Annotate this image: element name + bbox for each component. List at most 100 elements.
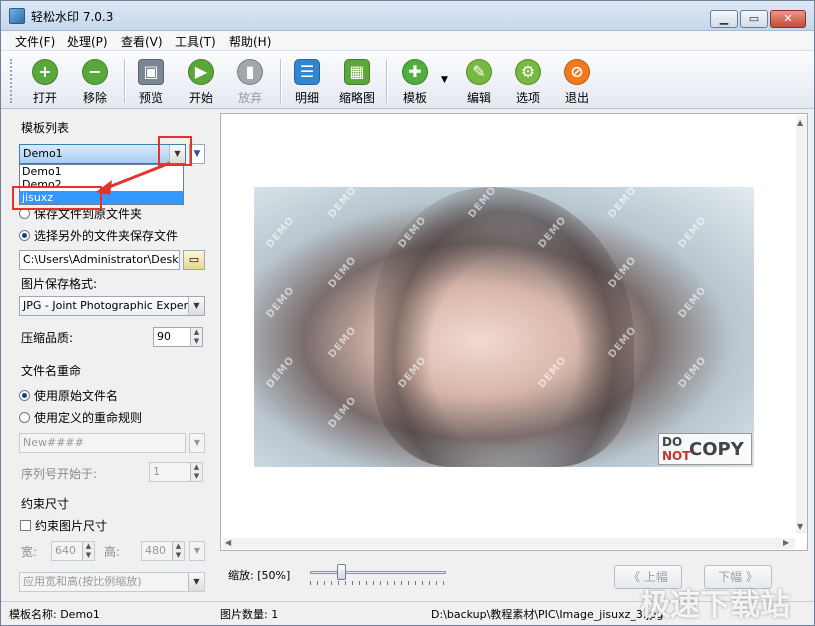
template-option[interactable]: Demo1	[20, 165, 183, 178]
open-label: 打开	[32, 91, 57, 105]
demo-watermark: DEMO	[264, 354, 298, 391]
width-value: 640	[55, 544, 76, 557]
demo-watermark: DEMO	[676, 354, 710, 391]
rename-pattern-input[interactable]: New####	[19, 433, 186, 453]
rename-original-radio[interactable]	[19, 390, 30, 401]
menu-file[interactable]: 文件(F)	[15, 33, 55, 50]
thumbnail-label: 缩略图	[338, 91, 375, 105]
stamp-not: NOT	[662, 449, 691, 463]
rename-custom-radio[interactable]	[19, 412, 30, 423]
scroll-right-icon[interactable]: ▶	[783, 538, 789, 547]
title-bar: 轻松水印 7.0.3 ▁ ▭ ✕	[1, 1, 814, 31]
status-template-name: 模板名称: Demo1	[9, 608, 100, 621]
format-label: 图片保存格式:	[21, 277, 98, 291]
quality-label: 压缩品质:	[21, 331, 74, 345]
toolbar: + 打开 − 移除 ▣ 预览 ▶ 开始 ▮ 放弃 ☰ 明细 ▦ 缩略图 ✚ 模板…	[1, 51, 814, 109]
preview-photo: DEMO DEMO DEMO DEMO DEMO DEMO DEMO DEMO …	[254, 187, 754, 467]
preview-button[interactable]: ▣ 预览	[126, 57, 176, 107]
chevron-down-icon[interactable]: ▼	[189, 433, 205, 453]
rename-original-label: 使用原始文件名	[34, 389, 119, 403]
do-not-copy-stamp: DO NOT COPY	[658, 433, 752, 465]
demo-watermark: DEMO	[326, 187, 360, 221]
width-label: 宽:	[21, 545, 38, 559]
stop-icon: ▮	[237, 59, 263, 85]
abandon-button[interactable]: ▮ 放弃	[225, 57, 275, 107]
exit-button[interactable]: ⊘ 退出	[552, 57, 602, 107]
zoom-label: 缩放: [50%]	[228, 569, 291, 582]
detail-button[interactable]: ☰ 明细	[282, 57, 332, 107]
edit-button[interactable]: ✎ 编辑	[454, 57, 504, 107]
annotation-highlight-option	[12, 186, 102, 210]
width-stepper[interactable]: 640 ▲ ▼	[51, 541, 95, 561]
chevron-down-icon[interactable]: ▼	[189, 541, 205, 561]
scroll-left-icon[interactable]: ◀	[225, 538, 231, 547]
status-file-path: D:\backup\教程素材\PIC\Image_jisuxz_3.jpg	[431, 608, 664, 621]
constrain-checkbox-label: 约束图片尺寸	[35, 519, 108, 533]
save-path-field[interactable]: C:\Users\Administrator\Desktop\	[19, 250, 180, 270]
start-button[interactable]: ▶ 开始	[176, 57, 226, 107]
window-title: 轻松水印 7.0.3	[31, 10, 114, 24]
demo-watermark: DEMO	[264, 284, 298, 321]
site-watermark-logo: 极速下载站	[640, 588, 790, 623]
preview-pane[interactable]: DEMO DEMO DEMO DEMO DEMO DEMO DEMO DEMO …	[220, 113, 808, 551]
height-stepper[interactable]: 480 ▲ ▼	[141, 541, 185, 561]
minus-icon: −	[82, 59, 108, 85]
options-label: 选项	[515, 91, 540, 105]
height-value: 480	[145, 544, 166, 557]
options-button[interactable]: ⚙ 选项	[503, 57, 553, 107]
menu-tools[interactable]: 工具(T)	[175, 33, 216, 50]
remove-button[interactable]: − 移除	[70, 57, 120, 107]
stamp-do: DO	[662, 435, 683, 449]
close-button[interactable]: ✕	[770, 10, 806, 28]
thumbnail-button[interactable]: ▦ 缩略图	[332, 57, 382, 107]
sequence-start-stepper[interactable]: 1 ▲ ▼	[149, 462, 203, 482]
exit-label: 退出	[564, 91, 589, 105]
preview-icon: ▣	[138, 59, 164, 85]
folder-browse-icon[interactable]: ▭	[183, 250, 205, 270]
demo-watermark: DEMO	[676, 214, 710, 251]
app-icon	[9, 8, 25, 24]
rename-section-label: 文件名重命	[21, 364, 82, 378]
template-dropdown-arrow-icon[interactable]: ▼	[441, 75, 448, 85]
horizontal-scrollbar[interactable]: ◀ ▶	[223, 538, 795, 549]
save-other-radio[interactable]	[19, 230, 30, 241]
constrain-checkbox[interactable]	[20, 520, 31, 531]
zoom-slider-ticks	[310, 581, 446, 585]
thumbnail-grid-icon: ▦	[344, 59, 370, 85]
scroll-up-icon[interactable]: ▲	[797, 118, 803, 127]
toolbar-separator	[386, 59, 387, 103]
spin-arrows-icon[interactable]: ▲ ▼	[82, 542, 94, 560]
menu-view[interactable]: 查看(V)	[121, 33, 163, 50]
format-select[interactable]: JPG - Joint Photographic Experts G ▼	[19, 296, 205, 316]
vertical-scrollbar[interactable]: ▲ ▼	[796, 116, 807, 534]
annotation-highlight-dropdown-arrow	[158, 136, 192, 166]
template-select-value: Demo1	[23, 147, 63, 160]
minimize-button[interactable]: ▁	[710, 10, 738, 28]
rename-custom-label: 使用定义的重命规则	[34, 411, 143, 425]
spin-arrows-icon[interactable]: ▲ ▼	[172, 542, 184, 560]
zoom-slider-track[interactable]	[310, 571, 446, 574]
detail-list-icon: ☰	[294, 59, 320, 85]
spin-arrows-icon[interactable]: ▲ ▼	[190, 328, 202, 346]
chevron-down-icon[interactable]: ▼	[188, 573, 204, 591]
toolbar-separator	[280, 59, 281, 103]
status-image-count: 图片数量: 1	[220, 608, 279, 621]
template-list-label: 模板列表	[21, 121, 70, 135]
menu-process[interactable]: 处理(P)	[67, 33, 108, 50]
template-button[interactable]: ✚ 模板	[390, 57, 440, 107]
spin-arrows-icon[interactable]: ▲ ▼	[190, 463, 202, 481]
sequence-start-value: 1	[153, 465, 160, 478]
height-label: 高:	[104, 545, 121, 559]
open-button[interactable]: + 打开	[20, 57, 70, 107]
scroll-down-icon[interactable]: ▼	[797, 522, 803, 531]
chevron-down-icon[interactable]: ▼	[188, 297, 204, 315]
maximize-button[interactable]: ▭	[740, 10, 768, 28]
demo-watermark: DEMO	[326, 254, 360, 291]
menu-help[interactable]: 帮助(H)	[229, 33, 271, 50]
play-icon: ▶	[188, 59, 214, 85]
zoom-slider-thumb[interactable]	[337, 564, 346, 580]
scale-mode-value: 应用宽和高(按比例缩放)	[23, 575, 142, 588]
quality-stepper[interactable]: 90 ▲ ▼	[153, 327, 203, 347]
exit-icon: ⊘	[564, 59, 590, 85]
scale-mode-select[interactable]: 应用宽和高(按比例缩放) ▼	[19, 572, 205, 592]
